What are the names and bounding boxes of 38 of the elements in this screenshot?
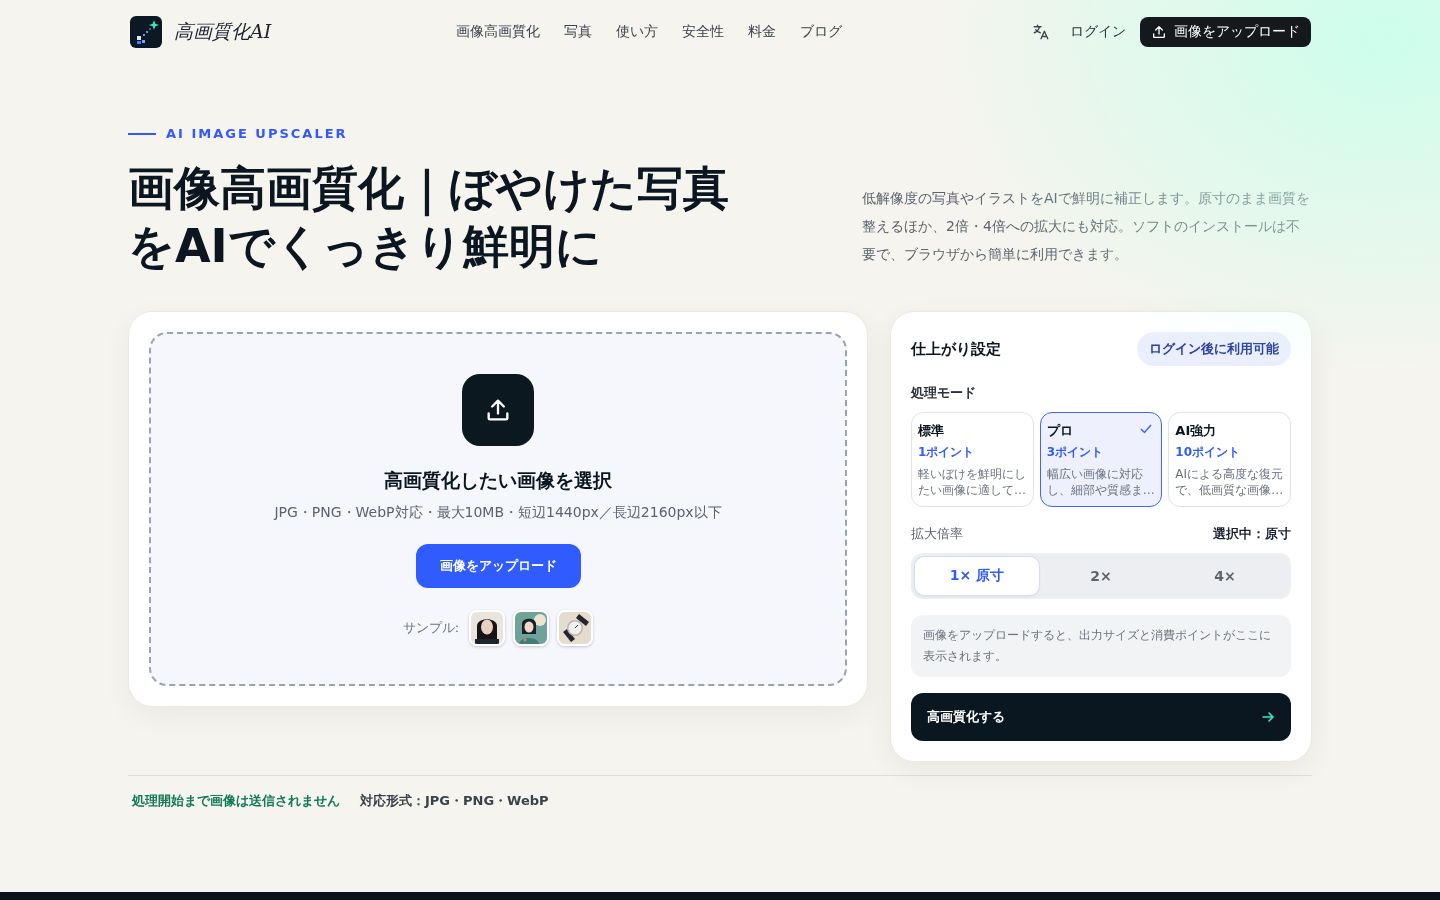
upload-button[interactable]: 画像をアップロード [415, 544, 581, 588]
logo-text[interactable]: 高画質化AI [174, 19, 272, 45]
page-title: 画像高画質化｜ぼやけた写真 [128, 160, 729, 217]
page-title: をAIでくっきり鮮明に [128, 218, 603, 275]
arrow-right-icon [1261, 710, 1275, 724]
scale-option[interactable]: 1× 原寸 [915, 557, 1039, 595]
format-note: JPG・PNG・WebP対応・最大10MB・短辺1440px／長辺2160px以下 [274, 504, 722, 522]
upload-button[interactable]: 画像をアップロード [1140, 17, 1311, 47]
upload-title: 高画質化したい画像を選択 [384, 468, 612, 493]
samples-label: サンプル: [402, 619, 460, 637]
check-icon [1140, 424, 1153, 434]
nav-link[interactable]: 安全性 [682, 23, 724, 41]
nav-link[interactable]: 画像高画質化 [456, 23, 540, 41]
settings-title: 仕上がり設定 [911, 339, 1001, 359]
translate-icon[interactable] [1032, 23, 1050, 41]
login-link[interactable]: ログイン [1070, 23, 1126, 41]
trust-note: 対応形式：JPG・PNG・WebP [360, 792, 549, 810]
selection-text: 選択中：原寸 [1213, 525, 1291, 543]
mode-option[interactable]: AI強力 10ポイント AIによる高度な復元で、低画質な画像… [1168, 412, 1291, 507]
nav-link[interactable]: ブログ [800, 23, 842, 41]
scale-option[interactable]: 2× [1039, 557, 1163, 595]
nav-link[interactable]: 写真 [564, 23, 592, 41]
mode-option[interactable]: 標準 1ポイント 軽いぼけを鮮明にしたい画像に適して… [911, 412, 1034, 507]
trust-note: 処理開始まで画像は送信されません [132, 792, 340, 810]
info-note: 画像をアップロードすると、出力サイズと消費ポイントがここに表示されます。 [911, 615, 1291, 677]
section-label: 拡大倍率 [911, 525, 963, 543]
submit-button[interactable]: 高画質化する [911, 693, 1291, 741]
section-label: 処理モード [911, 384, 977, 402]
mode-option[interactable]: プロ 3ポイント 幅広い画像に対応し、細部や質感ま… [1039, 412, 1163, 507]
nav-link[interactable]: 料金 [748, 23, 776, 41]
eyebrow-text: AI IMAGE UPSCALER [166, 126, 348, 141]
nav-link[interactable]: 使い方 [616, 23, 658, 41]
hero-description: 低解像度の写真やイラストをAIで鮮明に補正します。原寸のまま画質を整えるほか、2倍・4倍への拡大にも対応。ソフトのインストールは不要で、ブラウザから簡単に利用できます。 [862, 189, 1311, 264]
login-badge: ログイン後に利用可能 [1137, 332, 1291, 366]
upload-icon [1151, 24, 1167, 40]
upload-icon [462, 374, 534, 446]
scale-option[interactable]: 4× [1163, 557, 1287, 595]
logo-icon [130, 16, 162, 48]
